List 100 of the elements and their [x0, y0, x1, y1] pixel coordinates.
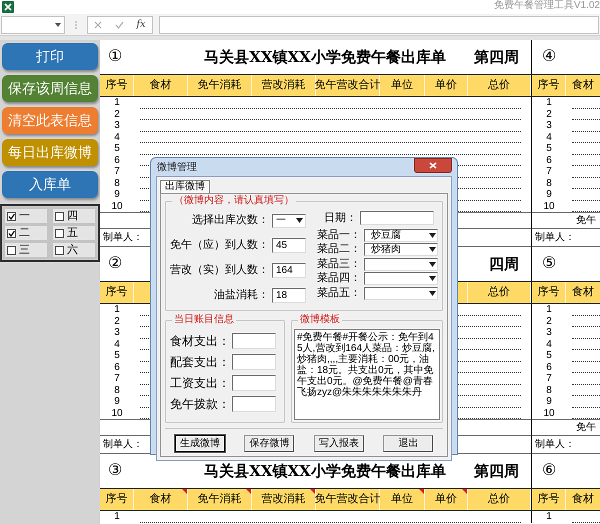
row-number: 7: [545, 166, 553, 178]
macro-button[interactable]: 打印: [2, 43, 98, 70]
cancel-icon: [94, 20, 102, 28]
comment-marker-icon: [246, 489, 251, 494]
dialog-button[interactable]: 写入报表: [314, 435, 364, 452]
input-field[interactable]: 164: [272, 263, 306, 278]
row-number: 3: [113, 327, 121, 338]
dialog-button[interactable]: 保存微博: [244, 435, 294, 452]
dropdown-field[interactable]: [364, 258, 438, 271]
insert-function-button[interactable]: fx: [136, 17, 146, 32]
formula-field[interactable]: [159, 16, 599, 34]
row-number: 10: [110, 408, 124, 419]
comment-marker-icon: [462, 489, 467, 494]
input-field[interactable]: [232, 332, 276, 348]
checkbox[interactable]: [7, 212, 16, 220]
row-number: 4: [545, 338, 553, 350]
block-number: ⑥: [542, 462, 556, 479]
row-number: 1: [545, 304, 553, 316]
total-label: 免午: [576, 421, 596, 435]
checkbox-option[interactable]: 四: [53, 209, 95, 223]
checkbox[interactable]: [55, 228, 64, 238]
row-number: 7: [113, 166, 121, 178]
block-number: ③: [108, 462, 122, 479]
checkmark-icon: [8, 230, 15, 236]
checkbox[interactable]: [55, 246, 64, 254]
column-header: 免午营改合计: [316, 75, 380, 96]
checkbox[interactable]: [7, 228, 16, 238]
block-number: ⑤: [542, 255, 556, 272]
checkbox-option[interactable]: 六: [53, 243, 95, 257]
input-field[interactable]: 45: [272, 238, 306, 253]
field-label: 免午（应）到人数：: [170, 238, 269, 254]
field-label: 营改（实）到人数：: [170, 262, 269, 278]
dropdown-arrow-icon: [429, 276, 436, 282]
row-number: 3: [113, 120, 121, 132]
field-label: 免午拨款：: [170, 396, 230, 412]
dropdown-field[interactable]: 炒猪肉: [364, 243, 438, 256]
dialog-button[interactable]: 生成微博: [174, 435, 225, 452]
week-label: 第四周: [473, 46, 519, 68]
row-number: 2: [113, 316, 121, 327]
close-button[interactable]: [414, 158, 452, 173]
dropdown-field[interactable]: [364, 286, 438, 300]
column-header: 序号: [532, 489, 566, 510]
date-field[interactable]: [360, 211, 434, 225]
row-number: 4: [545, 132, 553, 143]
checkbox-option[interactable]: 三: [5, 243, 47, 257]
input-field[interactable]: 18: [272, 288, 306, 303]
row-number: 9: [545, 189, 553, 200]
macro-button[interactable]: 保存该周信息: [2, 75, 98, 102]
dropdown-field[interactable]: [364, 272, 438, 286]
row-number: 3: [545, 120, 553, 132]
maker-label: 制单人：: [103, 230, 143, 245]
input-field[interactable]: [232, 374, 276, 390]
macro-button[interactable]: 入库单: [2, 171, 98, 198]
dropdown-field[interactable]: 一: [272, 214, 306, 228]
group-title: （微博内容，请认真填写）: [172, 195, 296, 207]
checkbox[interactable]: [7, 246, 16, 254]
input-field[interactable]: [232, 354, 276, 370]
row-number: 10: [110, 200, 124, 212]
row-number: 6: [545, 154, 553, 166]
field-label: 菜品四：: [317, 272, 361, 286]
tab[interactable]: 出库微博: [160, 180, 210, 193]
checkmark-icon: [8, 212, 15, 220]
column-header: 总价: [468, 282, 531, 303]
checkbox-option[interactable]: 二: [5, 226, 47, 240]
column-header: 营改消耗: [252, 489, 316, 510]
template-text-area[interactable]: #免费午餐#开餐公示：免午到45人,营改到164人菜品：炒豆腐,炒猪肉,,,,主要消耗：00元，油盐：18元。共支出0元，其中免午支出0元。@免费午餐@青春飞扬zyz@朱朱朱朱朱朱朱丹: [294, 329, 440, 420]
comment-marker-icon: [419, 489, 424, 494]
input-field[interactable]: [232, 396, 276, 412]
checkbox-option[interactable]: 一: [5, 209, 47, 223]
row-number: 8: [545, 178, 553, 189]
dialog-button[interactable]: 退出: [383, 435, 434, 452]
row-number: 7: [113, 373, 121, 384]
row-number: 8: [545, 384, 553, 396]
field-label: 菜品二：: [317, 243, 361, 256]
column-header: 序号: [532, 75, 566, 96]
column-header: 免午营改合计: [316, 489, 380, 510]
dropdown-arrow-icon: [429, 232, 436, 238]
column-header: 单价: [425, 75, 468, 96]
dropdown-field[interactable]: 炒豆腐: [364, 228, 438, 242]
check-icon: [114, 20, 124, 28]
field-label: 菜品一：: [317, 228, 361, 242]
checkbox[interactable]: [55, 212, 64, 220]
row-number: 1: [545, 97, 553, 108]
column-header: 单位: [380, 489, 425, 510]
row-number: 5: [545, 143, 553, 154]
row-number: 1: [113, 97, 121, 108]
row-number: 4: [113, 132, 121, 143]
row-number: 1: [545, 511, 553, 522]
maker-label: 制单人：: [103, 438, 143, 452]
week-label: 第四周: [473, 460, 519, 482]
column-header: 序号: [100, 282, 134, 303]
row-number: 8: [113, 384, 121, 396]
column-header: 序号: [100, 75, 134, 96]
group-title: 微博模板: [298, 314, 342, 326]
row-number: 6: [113, 154, 121, 166]
column-header: 序号: [532, 282, 566, 303]
column-header: 食材: [566, 282, 600, 303]
row-number: 9: [113, 189, 121, 200]
checkbox-option[interactable]: 五: [53, 226, 95, 240]
dropdown-arrow-icon: [429, 290, 436, 296]
